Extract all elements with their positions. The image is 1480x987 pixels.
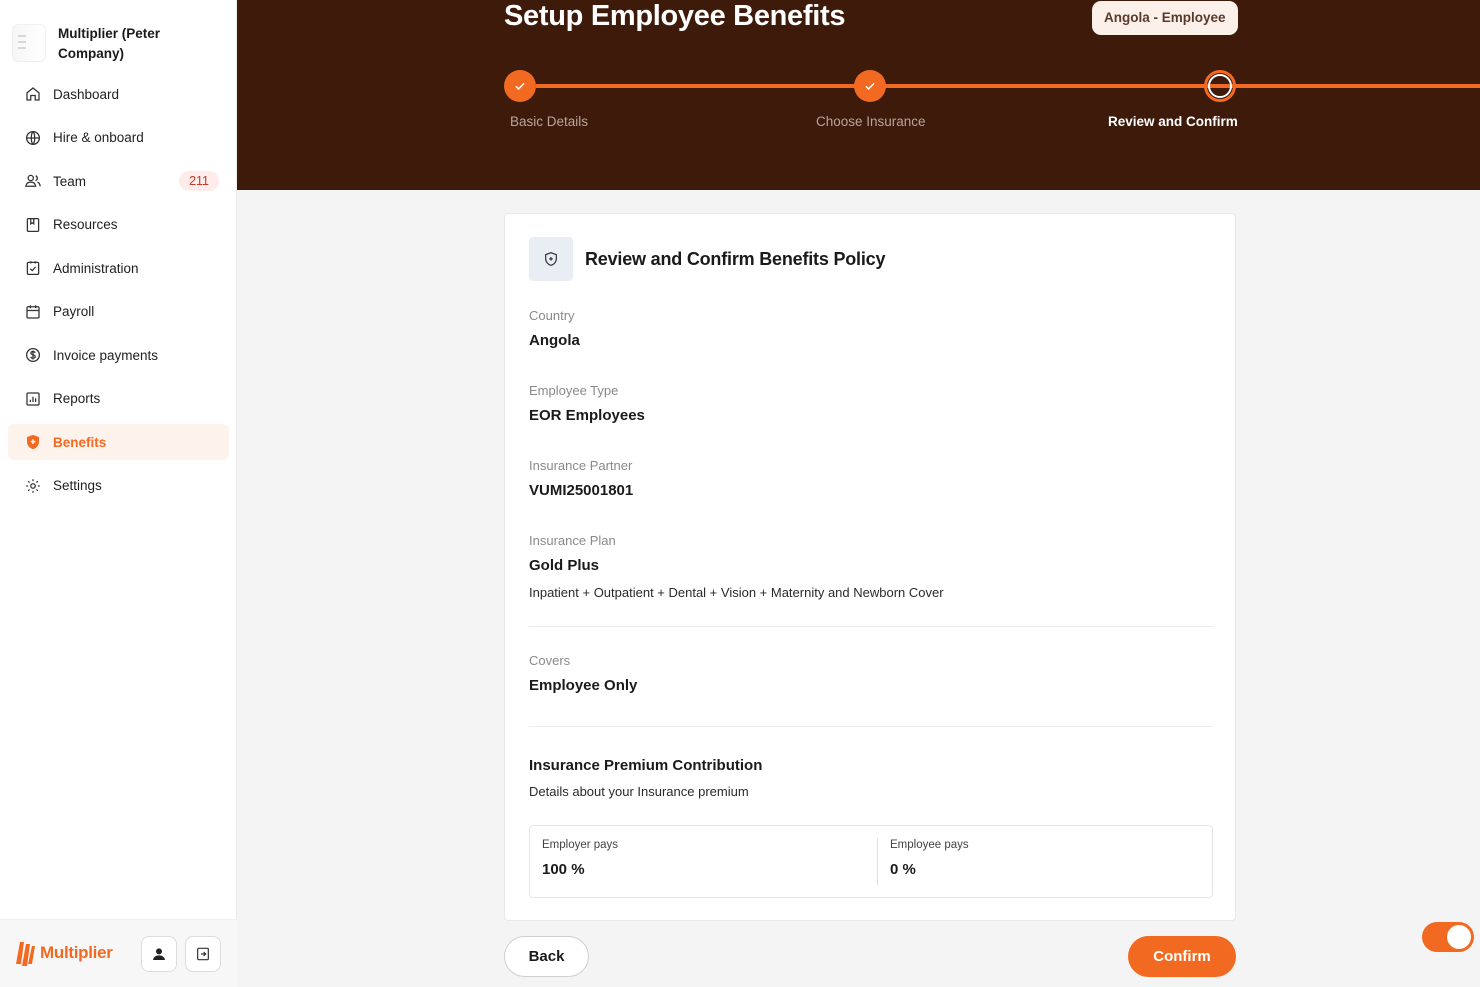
sidebar-item-label: Resources <box>53 217 118 232</box>
chart-icon <box>26 391 40 406</box>
employer-pays-value: 100 % <box>542 861 585 878</box>
multiplier-logo-icon <box>16 942 35 966</box>
org-name: Multiplier (Peter Company) <box>58 26 161 61</box>
premium-section-description: Details about your Insurance premium <box>529 784 749 799</box>
employer-pays-label: Employer pays <box>542 839 619 851</box>
step-3-label: Review and Confirm <box>1108 114 1238 129</box>
employee-type-value: EOR Employees <box>529 407 645 424</box>
logout-icon <box>197 947 209 961</box>
step-1-label: Basic Details <box>510 114 589 129</box>
dollar-icon <box>25 347 41 363</box>
covers-label: Covers <box>529 653 571 668</box>
sidebar-footer: Multiplier <box>0 919 237 987</box>
employer-contribution: Employer pays 100 % <box>530 826 877 897</box>
sidebar-item-payroll[interactable]: Payroll <box>8 294 229 330</box>
context-pill: Angola - Employee <box>1092 1 1238 35</box>
sidebar-item-invoice-payments[interactable]: Invoice payments <box>8 337 229 373</box>
sidebar-item-resources[interactable]: Resources <box>8 207 229 243</box>
employee-contribution: Employee pays 0 % <box>878 826 1212 897</box>
card-icon-box <box>529 237 573 281</box>
divider <box>529 726 1213 727</box>
sidebar-item-reports[interactable]: Reports <box>8 381 229 417</box>
insurance-plan-description: Inpatient + Outpatient + Dental + Vision… <box>529 585 944 600</box>
user-icon <box>153 948 165 960</box>
sidebar-item-label: Hire & onboard <box>53 130 144 145</box>
sidebar-item-hire-onboard[interactable]: Hire & onboard <box>8 120 229 156</box>
review-card: Review and Confirm Benefits Policy Count… <box>504 213 1236 921</box>
globe-icon <box>25 130 41 145</box>
page-title: Setup Employee Benefits <box>504 0 846 32</box>
insurance-plan-value: Gold Plus <box>529 557 600 574</box>
brand-name: Multiplier <box>40 943 113 962</box>
sidebar-item-label: Administration <box>53 260 139 276</box>
profile-button[interactable] <box>141 936 177 972</box>
gear-icon <box>26 478 40 493</box>
covers-value: Employee Only <box>529 677 638 694</box>
shield-plus-icon <box>545 252 557 266</box>
org-switcher[interactable]: Multiplier (Peter Company) <box>12 24 188 64</box>
step-2-indicator <box>854 70 886 102</box>
sidebar-item-label: Payroll <box>53 304 95 319</box>
country-label: Country <box>529 308 575 323</box>
toggle-switch[interactable] <box>1422 922 1474 952</box>
stepper-progress-1 <box>536 84 906 88</box>
country-value: Angola <box>529 332 580 349</box>
employee-pays-value: 0 % <box>890 861 916 878</box>
sidebar-item-label: Invoice payments <box>53 347 159 363</box>
sidebar-item-benefits[interactable]: Benefits <box>8 424 229 460</box>
sidebar-nav: Dashboard Hire & onboard Team 211 Resour… <box>8 76 229 511</box>
sidebar-item-settings[interactable]: Settings <box>8 468 229 504</box>
premium-section-title: Insurance Premium Contribution <box>529 757 763 774</box>
premium-contribution-box: Employer pays 100 % Employee pays 0 % <box>529 825 1213 898</box>
insurance-partner-value: VUMI25001801 <box>529 482 634 499</box>
calendar-icon <box>26 304 40 319</box>
step-2-label: Choose Insurance <box>816 114 926 129</box>
employee-pays-label: Employee pays <box>890 839 969 851</box>
home-icon <box>26 87 40 101</box>
checklist-icon <box>26 261 40 276</box>
sidebar-item-label: Dashboard <box>53 86 120 102</box>
book-icon <box>26 217 40 232</box>
employee-type-label: Employee Type <box>529 383 619 398</box>
divider <box>529 626 1213 627</box>
card-title: Review and Confirm Benefits Policy <box>585 249 886 269</box>
org-logo <box>12 24 46 62</box>
confirm-button[interactable]: Confirm <box>1128 936 1236 977</box>
sidebar-item-label: Reports <box>53 391 101 406</box>
page-header: Setup Employee Benefits Angola - Employe… <box>237 0 1480 190</box>
check-icon <box>865 82 875 90</box>
brand-logo: Multiplier <box>14 938 113 968</box>
team-count-badge: 211 <box>179 171 219 191</box>
sidebar-item-dashboard[interactable]: Dashboard <box>8 76 229 112</box>
logout-button[interactable] <box>185 936 221 972</box>
insurance-plan-label: Insurance Plan <box>529 533 616 548</box>
step-3-indicator <box>1204 70 1236 102</box>
sidebar: Multiplier (Peter Company) Dashboard Hir… <box>0 0 237 987</box>
sidebar-item-label: Benefits <box>53 434 107 450</box>
sidebar-item-team[interactable]: Team 211 <box>8 163 229 199</box>
sidebar-item-label: Settings <box>53 478 102 493</box>
sidebar-item-administration[interactable]: Administration <box>8 250 229 286</box>
shield-icon <box>27 434 39 450</box>
back-button[interactable]: Back <box>504 936 589 977</box>
insurance-partner-label: Insurance Partner <box>529 458 633 473</box>
sidebar-item-label: Team <box>53 173 87 189</box>
step-1-indicator <box>504 70 536 102</box>
users-icon <box>25 174 41 187</box>
check-icon <box>515 82 525 90</box>
